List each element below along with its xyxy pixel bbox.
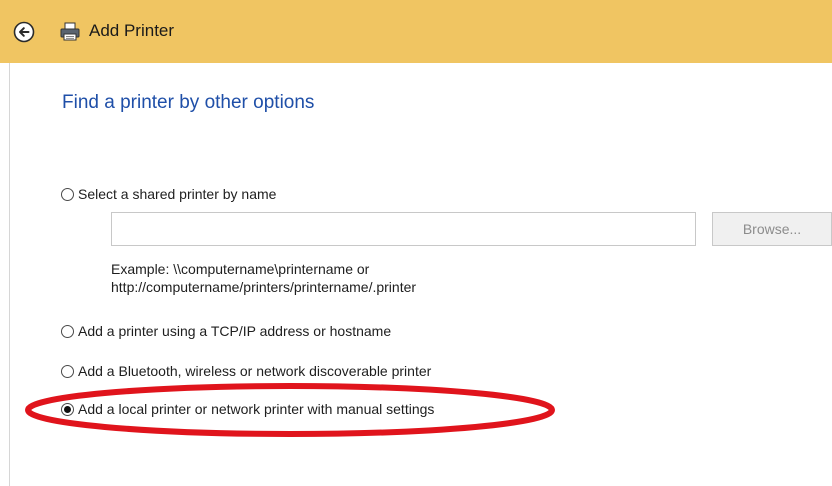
option-shared-printer-by-name[interactable]: Select a shared printer by name xyxy=(61,185,276,203)
option-bluetooth-wireless-printer[interactable]: Add a Bluetooth, wireless or network dis… xyxy=(61,362,431,380)
radio-bluetooth-wireless-printer[interactable] xyxy=(61,364,74,378)
option-local-printer-manual[interactable]: Add a local printer or network printer w… xyxy=(61,400,434,418)
printer-icon xyxy=(60,22,80,41)
option-label-local-printer: Add a local printer or network printer w… xyxy=(78,401,435,417)
option-tcpip-printer[interactable]: Add a printer using a TCP/IP address or … xyxy=(61,322,391,340)
radio-tcpip-printer[interactable] xyxy=(61,324,74,338)
title-bar: Add Printer xyxy=(0,0,832,63)
example-hint: Example: \\computername\printername or h… xyxy=(111,260,416,296)
shared-printer-name-input[interactable] xyxy=(111,212,696,246)
example-line-2: http://computername/printers/printername… xyxy=(111,279,417,295)
option-label-tcpip: Add a printer using a TCP/IP address or … xyxy=(78,323,392,339)
browse-button[interactable]: Browse... xyxy=(712,212,832,246)
back-arrow-icon xyxy=(13,21,35,43)
radio-shared-printer-by-name[interactable] xyxy=(61,187,74,201)
radio-local-printer-manual[interactable] xyxy=(61,402,74,416)
example-line-1: Example: \\computername\printername or xyxy=(111,261,370,277)
option-label-shared-printer: Select a shared printer by name xyxy=(78,186,277,202)
page-heading: Find a printer by other options xyxy=(62,92,315,113)
window-title: Add Printer xyxy=(89,21,175,40)
back-button[interactable] xyxy=(13,21,35,43)
left-divider xyxy=(9,63,10,486)
option-label-bluetooth: Add a Bluetooth, wireless or network dis… xyxy=(78,363,432,379)
